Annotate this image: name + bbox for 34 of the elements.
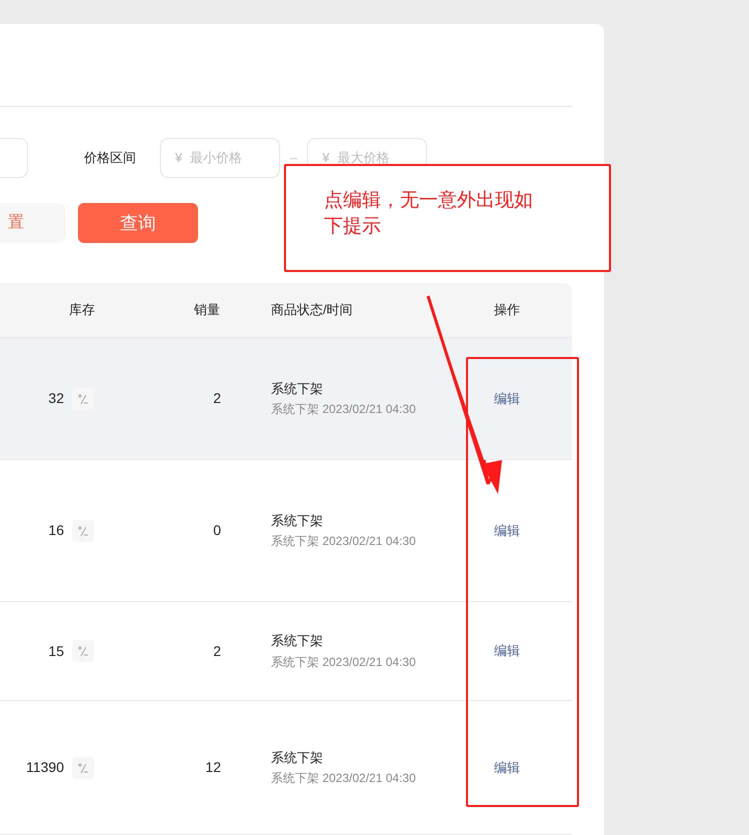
annotation-note: 点编辑，无一意外出现如下提示 [324, 189, 534, 239]
reset-button[interactable]: 置 [0, 203, 66, 243]
price-range-label: 价格区间 [84, 149, 136, 168]
status-text: 系统下架 [271, 512, 324, 530]
column-header: 商品状态/时间 [271, 301, 354, 320]
adjust-stock-icon[interactable] [72, 640, 94, 662]
sales-cell-text: 0 [212, 521, 221, 540]
status-detail: 系统下架 2023/02/21 04:30 [271, 770, 417, 788]
column-header: 操作 [493, 301, 521, 320]
edit-link[interactable]: 编辑 [494, 388, 520, 408]
edit-link[interactable]: 编辑 [494, 520, 520, 540]
stock-cell-text: 11390 [25, 758, 64, 777]
status-text: 系统下架 [271, 748, 324, 767]
status-text: 系统下架 [271, 380, 324, 398]
range-separator: – [290, 149, 298, 168]
sales-cell-text: 2 [212, 389, 221, 408]
stock-cell-text: 32 [47, 389, 64, 408]
input-field[interactable] [0, 138, 28, 178]
column-header: 销量 [193, 301, 221, 320]
adjust-stock-icon[interactable] [72, 756, 94, 778]
query-button[interactable]: 查询 [78, 203, 198, 243]
status-detail: 系统下架 2023/02/21 04:30 [271, 533, 417, 550]
stock-cell-text: 15 [47, 642, 64, 660]
sales-cell-text: 12 [204, 758, 221, 777]
status-detail: 系统下架 2023/02/21 04:30 [271, 401, 417, 418]
sales-cell-text: 2 [212, 642, 221, 660]
status-text: 系统下架 [271, 632, 324, 650]
edit-link[interactable]: 编辑 [494, 641, 520, 661]
adjust-stock-icon[interactable] [72, 388, 94, 410]
status-detail: 系统下架 2023/02/21 04:30 [271, 654, 417, 671]
column-header: 库存 [68, 301, 96, 320]
stock-cell-text: 16 [47, 521, 64, 540]
adjust-stock-icon[interactable] [72, 520, 94, 542]
edit-link[interactable]: 编辑 [494, 758, 520, 778]
